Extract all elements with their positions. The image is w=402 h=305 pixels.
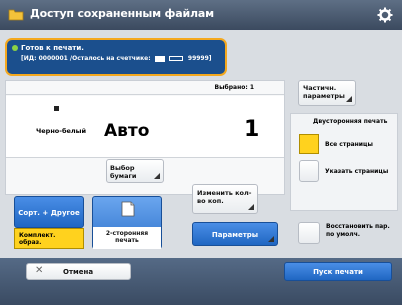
color-mode-value: Черно-белый (36, 127, 87, 135)
settings-summary-panel: Выбрано: 1 Черно-белый Авто 1 Выбор бума… (5, 80, 285, 195)
parameters-button[interactable]: Параметры (192, 222, 278, 246)
duplex-title: Двусторонняя печать (313, 118, 388, 125)
status-counter-value: 99999] (187, 55, 212, 62)
cancel-button[interactable]: ✕ Отмена (26, 263, 131, 280)
all-pages-label: Все страницы (325, 141, 373, 148)
ready-indicator-icon (12, 45, 18, 51)
paper-value: Авто (104, 121, 150, 141)
title-bar: Доступ сохраненным файлам (0, 0, 402, 30)
sort-other-button[interactable]: Сорт. + Другое (14, 196, 84, 228)
status-line-2: [ИД: 0000001 /Осталось на счетчике: 9999… (21, 55, 212, 62)
right-panel: Частичн. параметры Двусторонняя печать В… (290, 80, 398, 250)
duplex-group: Двусторонняя печать Все страницы Указать… (290, 113, 398, 211)
duplex-print-label: 2-сторонняя печать (93, 227, 161, 249)
selected-count: Выбрано: 1 (214, 84, 254, 91)
all-pages-radio[interactable] (299, 134, 319, 154)
duplex-page-icon (121, 201, 135, 217)
cancel-label: Отмена (63, 268, 94, 276)
duplex-print-button[interactable]: 2-сторонняя печать (92, 196, 162, 249)
status-counter-label: [ИД: 0000001 /Осталось на счетчике: (21, 55, 151, 62)
paper-select-button[interactable]: Выбор бумаги (106, 159, 164, 183)
partial-settings-button[interactable]: Частичн. параметры (298, 80, 356, 106)
start-print-label: Пуск печати (313, 268, 363, 276)
specify-pages-label: Указать страницы (325, 168, 389, 175)
status-message-area: Готов к печати. [ИД: 0000001 /Осталось н… (5, 38, 227, 76)
toner-gauge-icon (168, 56, 183, 61)
toner-icon (154, 55, 165, 62)
paper-select-label: Выбор бумаги (110, 164, 137, 180)
page-title: Доступ сохраненным файлам (30, 7, 214, 20)
current-settings[interactable]: Черно-белый Авто 1 (6, 96, 284, 158)
parameters-label: Параметры (211, 231, 259, 239)
restore-defaults-checkbox[interactable] (298, 222, 320, 244)
sort-collate-button[interactable]: Комплект. образ. (14, 228, 84, 249)
panel-header: Выбрано: 1 (6, 81, 284, 95)
change-copies-label: Изменить кол-во коп. (197, 189, 252, 205)
specify-pages-radio[interactable] (299, 160, 319, 182)
restore-defaults-label: Восстановить пар. по умолч. (326, 223, 390, 238)
status-line-1: Готов к печати. (21, 44, 84, 52)
color-mode-icon (54, 106, 59, 111)
partial-settings-label: Частичн. параметры (303, 84, 345, 100)
gear-icon[interactable] (377, 7, 393, 23)
close-icon: ✕ (35, 265, 44, 276)
sort-collate-label: Комплект. образ. (19, 232, 56, 246)
change-copies-button[interactable]: Изменить кол-во коп. (192, 184, 258, 214)
sort-other-label: Сорт. + Другое (18, 209, 80, 217)
folder-icon (8, 9, 24, 21)
bottom-bar: ✕ Отмена Пуск печати (0, 258, 402, 305)
copies-value: 1 (244, 117, 260, 142)
start-print-button[interactable]: Пуск печати (284, 262, 392, 281)
